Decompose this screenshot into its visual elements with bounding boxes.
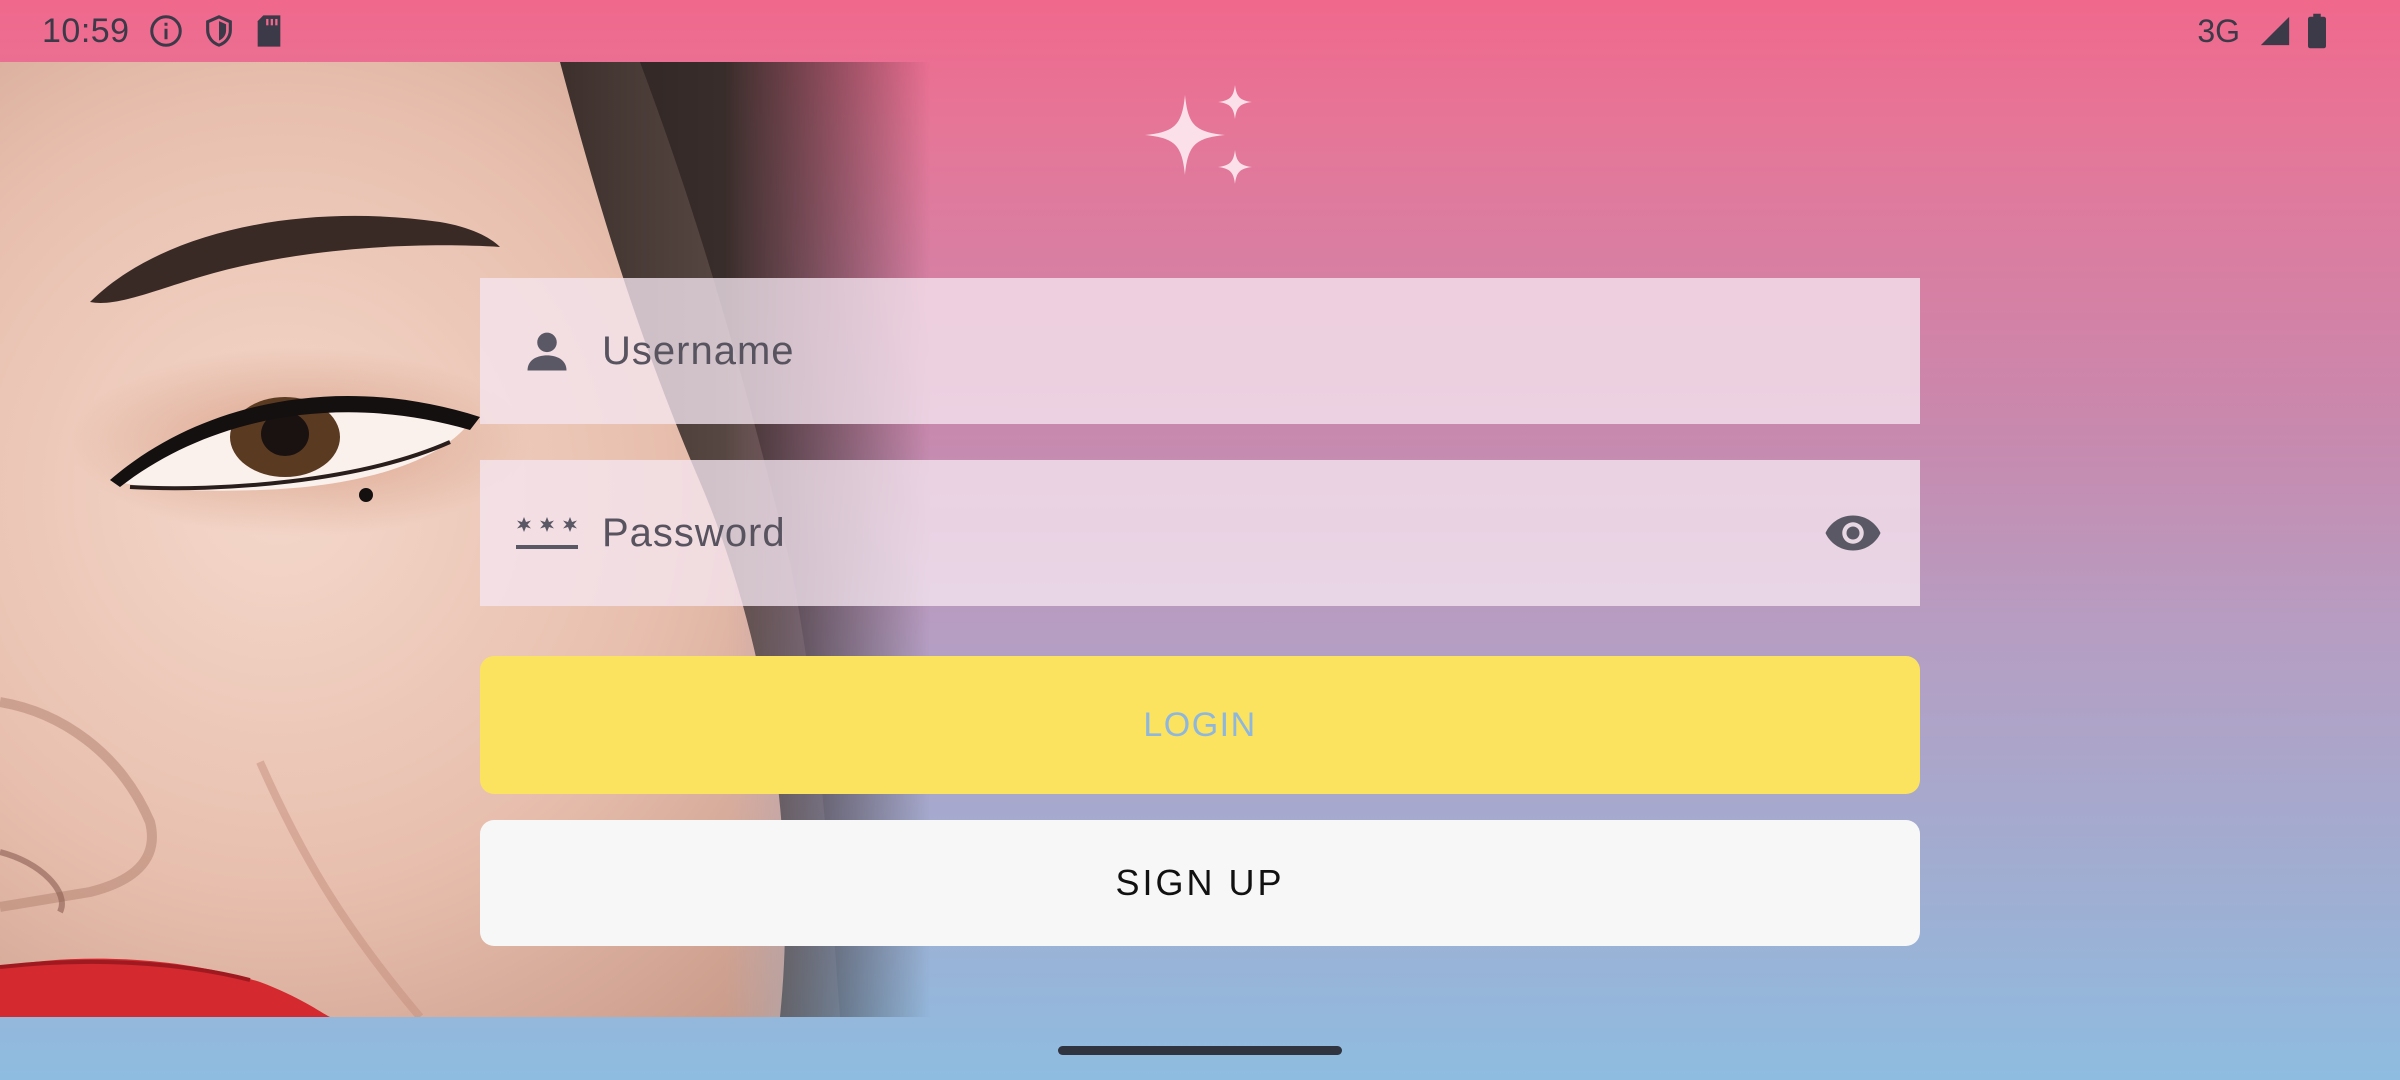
- info-icon: [148, 13, 184, 49]
- status-left: 10:59: [0, 12, 284, 51]
- logo-sparkles-icon: [1140, 80, 1260, 200]
- status-time: 10:59: [42, 11, 130, 50]
- signup-button[interactable]: SIGN UP: [480, 820, 1920, 946]
- signal-icon: [2258, 14, 2292, 48]
- status-bar: 10:59 3G: [0, 0, 2400, 62]
- person-icon: [512, 325, 582, 377]
- sd-card-icon: [254, 14, 284, 48]
- shield-icon: [202, 13, 236, 49]
- password-input[interactable]: [582, 459, 1818, 607]
- username-field[interactable]: [480, 277, 1920, 425]
- username-input[interactable]: [582, 277, 1920, 425]
- password-field[interactable]: [480, 459, 1920, 607]
- gesture-nav-handle[interactable]: [1058, 1046, 1342, 1055]
- login-button[interactable]: LOGIN: [480, 656, 1920, 794]
- status-right: 3G: [2197, 13, 2400, 50]
- network-type: 3G: [2197, 12, 2240, 49]
- battery-icon: [2306, 13, 2328, 49]
- eye-icon[interactable]: [1818, 512, 1888, 554]
- password-icon: [512, 513, 582, 553]
